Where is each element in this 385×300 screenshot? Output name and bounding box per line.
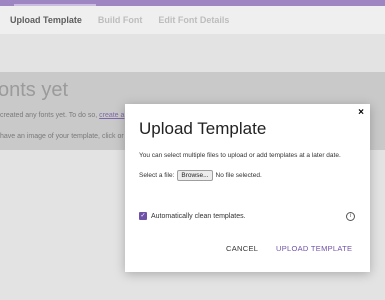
background-text-line-2: have an image of your template, click or bbox=[0, 133, 124, 140]
background-text-line: created any fonts yet. To do so, create … bbox=[0, 112, 124, 119]
info-icon[interactable]: i bbox=[346, 212, 355, 221]
cancel-button[interactable]: CANCEL bbox=[226, 244, 258, 253]
tab-upload-template[interactable]: Upload Template bbox=[10, 15, 82, 25]
tab-build-font[interactable]: Build Font bbox=[98, 15, 143, 25]
background-text: created any fonts yet. To do so, bbox=[0, 112, 98, 119]
tab-edit-font-details[interactable]: Edit Font Details bbox=[158, 15, 229, 25]
close-icon[interactable]: × bbox=[358, 107, 364, 118]
auto-clean-label: Automatically clean templates. bbox=[151, 212, 246, 220]
create-font-link[interactable]: create a bbox=[99, 112, 124, 119]
file-status: No file selected. bbox=[215, 172, 262, 179]
upload-template-dialog: × Upload Template You can select multipl… bbox=[125, 104, 370, 272]
auto-clean-checkbox[interactable]: ✓ bbox=[139, 212, 147, 220]
dialog-title: Upload Template bbox=[139, 119, 267, 138]
browse-button[interactable]: Browse... bbox=[177, 170, 213, 181]
dialog-description: You can select multiple files to upload … bbox=[139, 152, 341, 159]
auto-clean-row[interactable]: ✓ Automatically clean templates. bbox=[139, 212, 246, 220]
upload-template-button[interactable]: UPLOAD TEMPLATE bbox=[276, 244, 352, 253]
tab-bar: Upload Template Build Font Edit Font Det… bbox=[0, 6, 385, 34]
file-select-row: Select a file: Browse... No file selecte… bbox=[139, 170, 262, 181]
file-select-label: Select a file: bbox=[139, 172, 175, 179]
background-heading: onts yet bbox=[0, 79, 69, 101]
